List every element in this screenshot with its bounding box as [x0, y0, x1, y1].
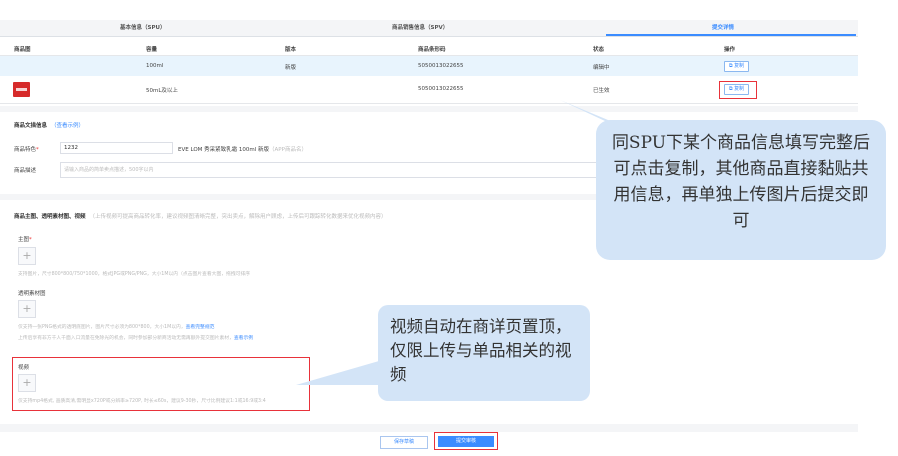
table-header: 商品图 容量 版本 商品条形码 状态 操作 [0, 42, 858, 56]
desc-label: 商品描述 [14, 168, 37, 174]
copy-tip-callout: 同SPU下某个商品信息填写完整后可点击复制，其他商品直接黏贴共用信息，再单独上传… [596, 120, 886, 260]
see-example-link[interactable]: （查看示例） [51, 123, 84, 129]
transparent-image-upload[interactable]: + [18, 300, 36, 318]
copy-button[interactable]: ⧉ 复制 [724, 61, 750, 72]
column-header-image: 商品图 [14, 47, 31, 53]
column-header-capacity: 容量 [146, 47, 158, 53]
row-status: 编辑中 [593, 65, 610, 71]
footer-separator [0, 424, 858, 432]
row-version: 新版 [285, 65, 297, 71]
row-capacity: 50mL及以上 [146, 88, 178, 94]
copy-button-label: 复制 [734, 63, 745, 69]
video-highlight-frame [12, 357, 310, 411]
video-tip-pointer [296, 359, 386, 385]
row-barcode: 5050013022655 [418, 86, 464, 92]
section-separator [0, 106, 858, 112]
column-header-barcode: 商品条形码 [418, 47, 446, 53]
tab-submit-details[interactable]: 提交详情 [712, 23, 734, 31]
tab-spu[interactable]: 基本信息（SPU） [120, 23, 165, 31]
transparent-image-label: 透明素材图 [18, 291, 46, 297]
plus-icon: + [22, 302, 32, 315]
table-row[interactable]: 100ml 新版 5050013022655 编辑中 ⧉ 复制 [0, 56, 858, 76]
top-tabs: 基本信息（SPU） 商品销售信息（SPV） 提交详情 [0, 20, 858, 37]
example-link[interactable]: 查看示例 [234, 336, 253, 341]
copy-section-title: 商品文描信息 （查看示例） [14, 123, 85, 129]
media-section-title: 商品主图、透明素材图、视频 （上传视频可提高商品转化率，建议视频图清晰完整，突出卖… [14, 214, 387, 220]
spec-link[interactable]: 查看完整规范 [186, 325, 215, 330]
submit-highlight-frame [434, 432, 498, 450]
video-tip-callout: 视频自动在商详页置顶，仅限上传与单品相关的视频 [378, 305, 590, 401]
plus-icon: + [22, 249, 32, 262]
save-draft-button[interactable]: 保存草稿 [380, 436, 428, 449]
desc-textarea[interactable]: 请输入商品的简单卖点描述，500字以内 [60, 162, 600, 178]
main-image-note: 支持图片，尺寸800*800/750*1000，格式JPG或PNG/PNG，大小… [18, 272, 251, 277]
feature-label: 商品特色* [14, 147, 39, 153]
transparent-image-note-2: 上传后享有非方千人千面入口流量在免除光的机会，同时参加部分新商活动无需再额外提交… [18, 336, 254, 341]
main-image-upload[interactable]: + [18, 247, 36, 265]
tab-spv[interactable]: 商品销售信息（SPV） [392, 23, 448, 31]
product-thumbnail[interactable] [13, 82, 30, 97]
active-tab-underline [606, 34, 856, 36]
feature-input[interactable]: 1232 [60, 142, 173, 154]
main-image-label: 主图* [18, 237, 32, 243]
column-header-version: 版本 [285, 47, 297, 53]
row-capacity: 100ml [146, 63, 164, 69]
column-header-action: 操作 [724, 47, 736, 53]
copy-icon: ⧉ [729, 63, 733, 69]
copy-highlight-frame [719, 81, 757, 99]
column-header-status: 状态 [593, 47, 605, 53]
row-barcode: 5050013022655 [418, 63, 464, 69]
row-status: 已生效 [593, 88, 610, 94]
transparent-image-note: 仅支持一张PNG格式的透明底图片，图片尺寸必须为800*800，大小1M以内，查… [18, 325, 215, 330]
feature-preview: EVE LOM 秀采紧致乳霜 100ml 新版（APP商品名） [178, 147, 307, 153]
